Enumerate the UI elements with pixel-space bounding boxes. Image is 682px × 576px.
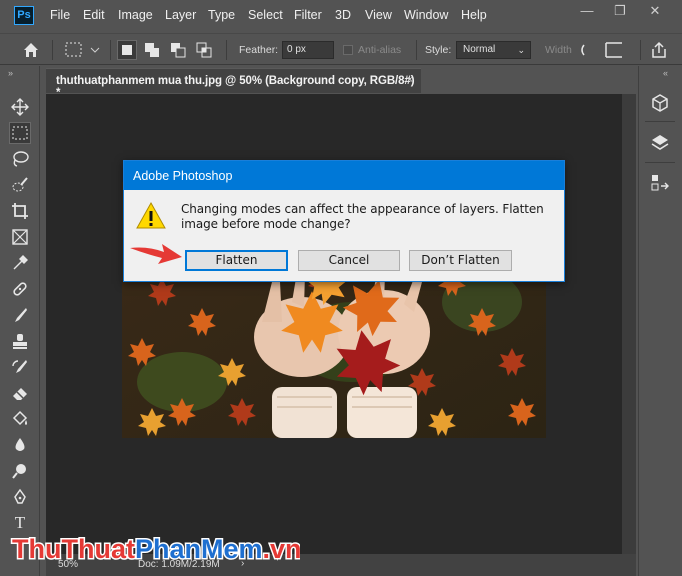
crop-icon[interactable] (9, 200, 31, 222)
new-selection-icon (122, 45, 132, 55)
dodge-icon[interactable] (9, 460, 31, 482)
anti-alias-label: Anti-alias (358, 44, 402, 56)
pen-icon[interactable] (9, 486, 31, 508)
style-select-value: Normal (463, 44, 496, 55)
lasso-icon[interactable] (9, 148, 31, 170)
collapse-icon[interactable]: « (663, 68, 668, 78)
history-brush-icon[interactable] (9, 356, 31, 378)
menu-bar: Ps File Edit Image Layer Type Select Fil… (0, 0, 682, 33)
menu-help[interactable]: Help (461, 8, 487, 22)
watermark-logo: ThuThuatPhanMem.vn (11, 533, 301, 566)
menu-file[interactable]: File (50, 8, 70, 22)
separator (645, 162, 675, 163)
warning-icon (136, 201, 166, 229)
quick-select-icon[interactable] (9, 174, 31, 196)
frame-icon[interactable] (9, 226, 31, 248)
dialog-message: Changing modes can affect the appearance… (181, 202, 544, 231)
bucket-icon[interactable] (9, 408, 31, 430)
3d-icon[interactable] (649, 92, 671, 114)
menu-image[interactable]: Image (118, 8, 153, 22)
red-arrow-annotation (130, 244, 182, 264)
tools-panel: » T (0, 66, 40, 576)
separator (110, 40, 111, 60)
menu-select[interactable]: Select (248, 8, 283, 22)
eraser-icon[interactable] (9, 382, 31, 404)
new-selection-button[interactable] (117, 40, 137, 60)
menu-3d[interactable]: 3D (335, 8, 351, 22)
brush-icon[interactable] (9, 304, 31, 326)
flatten-button[interactable]: Flatten (185, 250, 288, 271)
vertical-scrollbar[interactable] (622, 94, 636, 554)
menu-layer[interactable]: Layer (165, 8, 196, 22)
minimize-button[interactable]: — (572, 2, 602, 22)
flatten-dialog: Adobe Photoshop Changing modes can affec… (123, 160, 565, 282)
marquee-icon[interactable] (9, 122, 31, 144)
eyedropper-icon[interactable] (9, 252, 31, 274)
share-icon[interactable] (650, 41, 668, 59)
home-icon[interactable] (22, 41, 40, 58)
tab-close-icon[interactable]: × (407, 74, 413, 86)
dialog-title: Adobe Photoshop (124, 161, 564, 190)
restore-button[interactable]: ❐ (605, 2, 635, 22)
separator (416, 40, 417, 60)
close-window-button[interactable]: ✕ (640, 2, 670, 22)
document-tab[interactable]: thuthuatphanmem mua thu.jpg @ 50% (Backg… (46, 68, 421, 99)
subtract-selection-icon[interactable] (170, 42, 186, 58)
separator (52, 40, 53, 60)
menu-view[interactable]: View (365, 8, 392, 22)
collapse-icon[interactable]: » (8, 68, 13, 78)
options-bar: Feather: 0 px Anti-alias Style: Normal ⌄… (0, 33, 682, 65)
feather-label: Feather: (239, 44, 279, 56)
blur-icon[interactable] (9, 434, 31, 456)
intersect-selection-icon[interactable] (196, 42, 212, 58)
move-icon[interactable] (9, 96, 31, 118)
separator (226, 40, 227, 60)
swap-icon[interactable] (578, 42, 592, 58)
dont-flatten-button[interactable]: Don’t Flatten (409, 250, 512, 271)
cancel-button[interactable]: Cancel (298, 250, 400, 271)
history-icon[interactable] (649, 172, 671, 194)
separator (645, 121, 675, 122)
select-mask-icon[interactable] (604, 41, 624, 59)
menu-edit[interactable]: Edit (83, 8, 105, 22)
menu-window[interactable]: Window (404, 8, 448, 22)
panel-dock: « (638, 66, 682, 576)
stamp-icon[interactable] (9, 330, 31, 352)
layers-icon[interactable] (649, 132, 671, 154)
separator (640, 40, 641, 60)
marquee-preset-icon[interactable] (64, 41, 104, 59)
menu-filter[interactable]: Filter (294, 8, 322, 22)
photoshop-logo: Ps (14, 6, 34, 25)
style-select[interactable]: Normal ⌄ (456, 41, 531, 59)
style-label: Style: (425, 44, 452, 56)
menu-type[interactable]: Type (208, 8, 235, 22)
chevron-down-icon: ⌄ (517, 45, 525, 55)
healing-icon[interactable] (9, 278, 31, 300)
width-label: Width (545, 44, 572, 56)
svg-text:ThuThuatPhanMem.vn: ThuThuatPhanMem.vn (12, 534, 300, 564)
anti-alias-checkbox[interactable] (343, 45, 353, 55)
add-selection-icon[interactable] (144, 42, 160, 58)
feather-input[interactable]: 0 px (282, 41, 334, 59)
